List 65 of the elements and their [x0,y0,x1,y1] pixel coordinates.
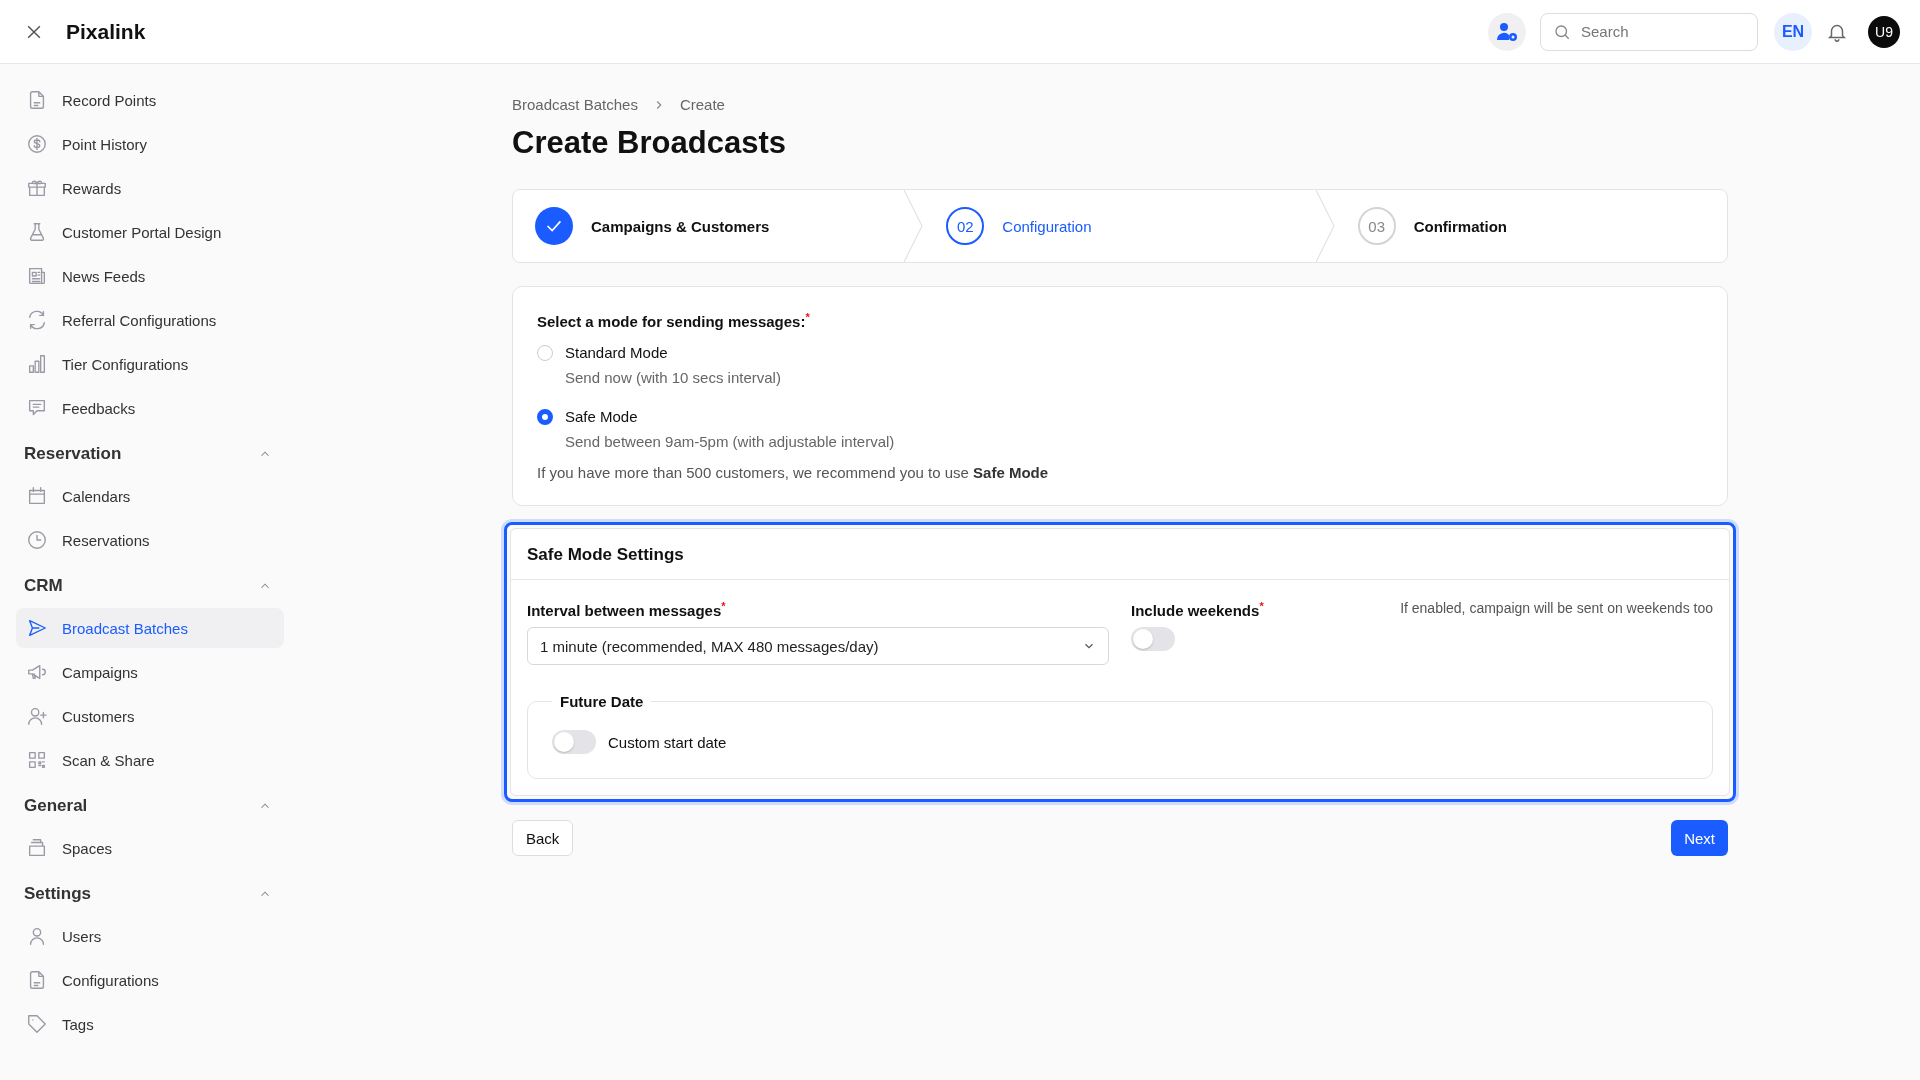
avatar[interactable]: U9 [1868,15,1900,48]
sidebar-item[interactable]: Tier Configurations [16,344,284,384]
tag-icon [26,1013,48,1035]
recommendation-note: If you have more than 500 customers, we recommend you to use Safe Mode [537,464,1050,481]
option-label: Safe Mode [565,408,638,425]
sidebar-item[interactable]: Configurations [16,960,284,1000]
sidebar-item[interactable]: Reservations [16,520,284,560]
clock-icon [26,529,48,551]
breadcrumb-link[interactable]: Broadcast Batches [512,96,638,113]
user-settings-button[interactable] [1488,12,1526,51]
sidebar-item[interactable]: News Feeds [16,256,284,296]
interval-select[interactable]: 1 minute (recommended, MAX 480 messages/day) [527,627,1109,665]
section-heading: General [24,796,88,816]
step-label: Campaigns & Customers [591,217,770,235]
mode-prompt: Select a mode for sending messages:$^{*}$ [537,311,811,330]
sidebar-item[interactable]: Customers [16,696,284,736]
page-title: Create Broadcasts [512,125,787,161]
section-heading: CRM [24,576,63,596]
group-legend: Future Date [552,693,652,710]
section-heading: Settings [24,884,92,904]
sidebar-item[interactable]: Campaigns [16,652,284,692]
radio-button[interactable] [537,408,553,425]
sidebar-item[interactable]: Feedbacks [16,388,284,428]
dollar-icon [26,133,48,155]
send-icon [26,617,48,639]
sidebar-item[interactable]: Point History [16,124,284,164]
next-button[interactable]: Next [1671,820,1728,856]
newspaper-icon [26,265,48,287]
sidebar-item[interactable]: Broadcast Batches [16,608,284,648]
field-hint: If enabled, campaign will be sent on weekends too [1400,600,1713,616]
bar-chart-icon [26,353,48,375]
toggle-switch[interactable] [552,730,596,754]
back-button[interactable]: Back [512,820,574,856]
stack-icon [26,837,48,859]
search-icon [1553,22,1571,41]
option-description: Send between 9am-5pm (with adjustable interval) [565,433,896,450]
field-label: Include weekends$^{*}$ [1131,600,1264,619]
sidebar-item[interactable]: Referral Configurations [16,300,284,340]
sidebar-item[interactable]: Spaces [16,828,284,868]
language-button[interactable]: EN [1774,12,1812,51]
sidebar-item[interactable]: Tags [16,1004,284,1044]
option-label: Standard Mode [565,344,668,361]
toggle-label: Custom start date [608,733,727,751]
brand-name: Pixalink [66,19,146,44]
calendar-icon [26,485,48,507]
sidebar-item[interactable]: Customer Portal Design [16,212,284,252]
sidebar-item[interactable]: Scan & Share [16,740,284,780]
settings-title: Safe Mode Settings [511,529,1729,580]
section-heading: Reservation [24,444,122,464]
step-label: Confirmation [1413,217,1507,235]
sidebar-item[interactable]: Calendars [16,476,284,516]
step-indicator: 02 [946,207,985,245]
sidebar-item[interactable]: Record Points [16,80,284,120]
breadcrumb-link[interactable]: Create [679,96,725,113]
step-label: Configuration [1002,217,1092,235]
toggle-switch[interactable] [1131,627,1175,651]
qr-code-icon [26,749,48,771]
step-indicator: 03 [1357,207,1396,245]
sidebar-item[interactable]: Rewards [16,168,284,208]
option-description: Send now (with 10 secs interval) [565,369,782,386]
search-field[interactable]: Search [1540,12,1758,51]
field-label: Interval between messages$^{*}$ [527,600,727,619]
refresh-icon [26,309,48,331]
user-plus-icon [26,705,48,727]
sidebar-item[interactable]: Users [16,916,284,956]
